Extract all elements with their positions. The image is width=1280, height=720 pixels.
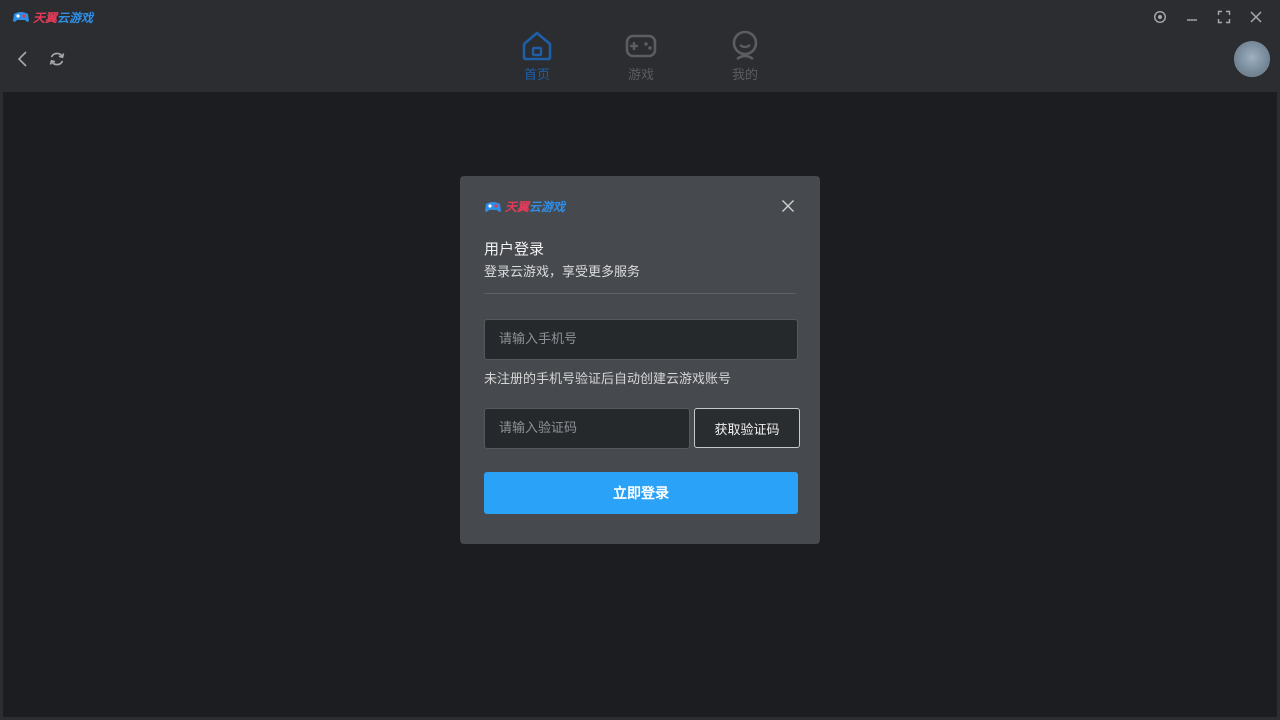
login-button[interactable]: 立即登录 xyxy=(484,472,798,514)
tab-home[interactable]: 首页 xyxy=(508,30,566,83)
tab-home-label: 首页 xyxy=(523,68,550,83)
nav-controls xyxy=(8,46,72,72)
login-dialog: 天翼云游戏 用户登录 登录云游戏，享受更多服务 未注册的手机号验证后自动创建云游… xyxy=(460,176,820,544)
app-logo-text: 天翼云游戏 xyxy=(33,10,94,25)
register-hint: 未注册的手机号验证后自动创建云游戏账号 xyxy=(484,372,732,387)
tab-profile-label: 我的 xyxy=(731,68,758,83)
refresh-icon xyxy=(49,52,65,66)
settings-button[interactable] xyxy=(1144,6,1176,28)
gamepad-logo-icon xyxy=(13,12,29,22)
close-icon xyxy=(782,200,794,212)
close-icon xyxy=(1250,11,1262,23)
get-code-button[interactable]: 获取验证码 xyxy=(694,408,800,448)
back-button[interactable] xyxy=(8,46,38,72)
maximize-button[interactable] xyxy=(1208,6,1240,28)
dialog-subtitle: 登录云游戏，享受更多服务 xyxy=(484,265,641,280)
dialog-title: 用户登录 xyxy=(484,240,545,258)
user-icon xyxy=(732,30,758,61)
gamepad-logo-icon xyxy=(485,201,501,212)
dialog-close-button[interactable] xyxy=(778,196,798,216)
minimize-button[interactable] xyxy=(1176,6,1208,28)
maximize-icon xyxy=(1217,10,1231,24)
user-avatar[interactable] xyxy=(1234,41,1270,77)
close-window-button[interactable] xyxy=(1240,6,1272,28)
tab-games-label: 游戏 xyxy=(627,68,654,83)
tab-profile[interactable]: 我的 xyxy=(716,30,774,83)
gear-icon xyxy=(1153,10,1167,24)
app-header: 天翼云游戏 首页 游戏 我的 xyxy=(0,0,1280,92)
window-controls xyxy=(1144,6,1272,28)
tab-games[interactable]: 游戏 xyxy=(612,30,670,83)
dialog-logo-text: 天翼云游戏 xyxy=(505,200,566,214)
verification-code-input[interactable] xyxy=(484,408,690,449)
main-tabs: 首页 游戏 我的 xyxy=(508,30,774,83)
app-logo: 天翼云游戏 xyxy=(12,8,93,26)
gamepad-icon xyxy=(625,34,657,58)
divider xyxy=(484,293,796,294)
chevron-left-icon xyxy=(17,51,27,67)
refresh-button[interactable] xyxy=(42,46,72,72)
dialog-logo: 天翼云游戏 xyxy=(484,198,565,215)
home-icon xyxy=(522,31,552,61)
phone-input[interactable] xyxy=(484,319,798,360)
minimize-icon xyxy=(1187,19,1197,21)
